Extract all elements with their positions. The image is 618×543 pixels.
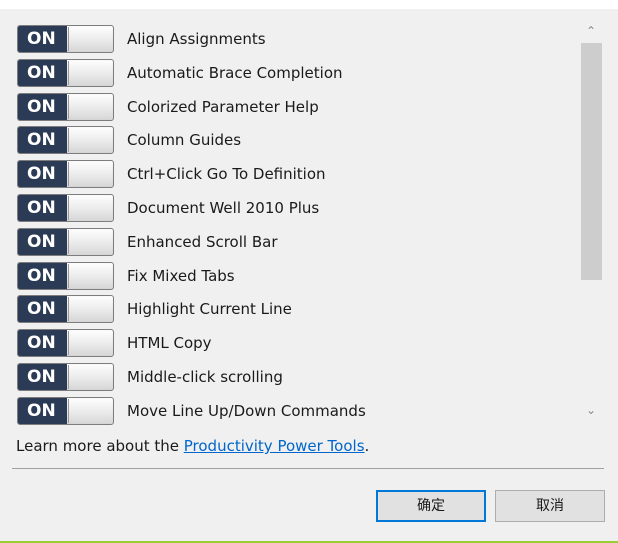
- toggle-knob[interactable]: [68, 27, 112, 51]
- feature-toggle[interactable]: ON: [17, 227, 114, 256]
- feature-label: Colorized Parameter Help: [127, 97, 319, 116]
- toggle-state-label: ON: [18, 228, 67, 255]
- cancel-button[interactable]: 取消: [495, 490, 605, 522]
- feature-label: Document Well 2010 Plus: [127, 199, 320, 217]
- scroll-up-icon[interactable]: ⌃: [583, 24, 599, 40]
- toggle-knob[interactable]: [68, 398, 112, 423]
- feature-row: ON Column Guides: [0, 123, 575, 157]
- scroll-down-icon[interactable]: ⌄: [583, 403, 599, 419]
- feature-row: ON Align Assignments: [0, 22, 575, 56]
- toggle-knob[interactable]: [68, 162, 112, 187]
- feature-toggle[interactable]: ON: [17, 194, 114, 222]
- feature-label: Middle-click scrolling: [127, 368, 283, 386]
- feature-label: HTML Copy: [127, 334, 212, 353]
- divider: [12, 468, 604, 469]
- feature-row: ON Fix Mixed Tabs: [0, 259, 575, 293]
- learn-more-prefix: Learn more about the: [16, 437, 184, 455]
- feature-toggle[interactable]: ON: [17, 25, 114, 53]
- toggle-knob[interactable]: [68, 365, 112, 389]
- ok-button[interactable]: 确定: [376, 490, 486, 522]
- productivity-power-tools-link[interactable]: Productivity Power Tools: [184, 437, 365, 455]
- learn-more-text: Learn more about the Productivity Power …: [16, 436, 369, 456]
- toggle-state-label: ON: [18, 127, 67, 154]
- scrollbar-thumb[interactable]: [581, 43, 602, 280]
- top-band: [0, 0, 618, 9]
- feature-toggle[interactable]: ON: [17, 396, 114, 425]
- feature-toggle[interactable]: ON: [17, 126, 114, 155]
- feature-toggle[interactable]: ON: [17, 295, 114, 324]
- toggle-state-label: ON: [18, 59, 67, 86]
- feature-label: Automatic Brace Completion: [127, 63, 343, 82]
- toggle-state-label: ON: [18, 364, 67, 390]
- toggle-state-label: ON: [18, 195, 67, 221]
- toggle-knob[interactable]: [68, 263, 112, 288]
- feature-label: Fix Mixed Tabs: [127, 266, 235, 285]
- feature-list: ON Align Assignments ON Automatic Brace Com…: [0, 22, 575, 426]
- feature-row: ON HTML Copy: [0, 326, 575, 360]
- toggle-knob[interactable]: [68, 196, 112, 220]
- feature-label: Align Assignments: [127, 30, 266, 48]
- toggle-knob[interactable]: [68, 331, 112, 356]
- toggle-knob[interactable]: [68, 229, 112, 254]
- feature-toggle[interactable]: ON: [17, 92, 114, 121]
- toggle-knob[interactable]: [68, 94, 112, 119]
- feature-label: Move Line Up/Down Commands: [127, 401, 366, 420]
- toggle-state-label: ON: [18, 161, 67, 188]
- toggle-state-label: ON: [18, 330, 67, 357]
- toggle-state-label: ON: [18, 296, 67, 323]
- feature-row: ON Colorized Parameter Help: [0, 90, 575, 124]
- toggle-state-label: ON: [18, 397, 67, 424]
- toggle-knob[interactable]: [68, 297, 112, 322]
- feature-row: ON Enhanced Scroll Bar: [0, 225, 575, 259]
- feature-label: Column Guides: [127, 131, 242, 150]
- feature-toggle[interactable]: ON: [17, 329, 114, 358]
- toggle-knob[interactable]: [68, 60, 112, 85]
- feature-toggle[interactable]: ON: [17, 58, 114, 87]
- feature-row: ON Document Well 2010 Plus: [0, 191, 575, 225]
- toggle-knob[interactable]: [68, 128, 112, 153]
- feature-label: Ctrl+Click Go To Definition: [127, 165, 326, 184]
- feature-row: ON Middle-click scrolling: [0, 360, 575, 394]
- feature-toggle[interactable]: ON: [17, 160, 114, 189]
- feature-toggle[interactable]: ON: [17, 261, 114, 290]
- feature-toggle[interactable]: ON: [17, 363, 114, 391]
- feature-row: ON Move Line Up/Down Commands: [0, 394, 575, 426]
- feature-row: ON Ctrl+Click Go To Definition: [0, 157, 575, 191]
- toggle-state-label: ON: [18, 26, 67, 52]
- feature-row: ON Automatic Brace Completion: [0, 56, 575, 90]
- feature-row: ON Highlight Current Line: [0, 292, 575, 326]
- toggle-state-label: ON: [18, 262, 67, 289]
- feature-label: Enhanced Scroll Bar: [127, 232, 278, 251]
- learn-more-suffix: .: [364, 437, 370, 455]
- feature-label: Highlight Current Line: [127, 300, 292, 319]
- toggle-state-label: ON: [18, 93, 67, 120]
